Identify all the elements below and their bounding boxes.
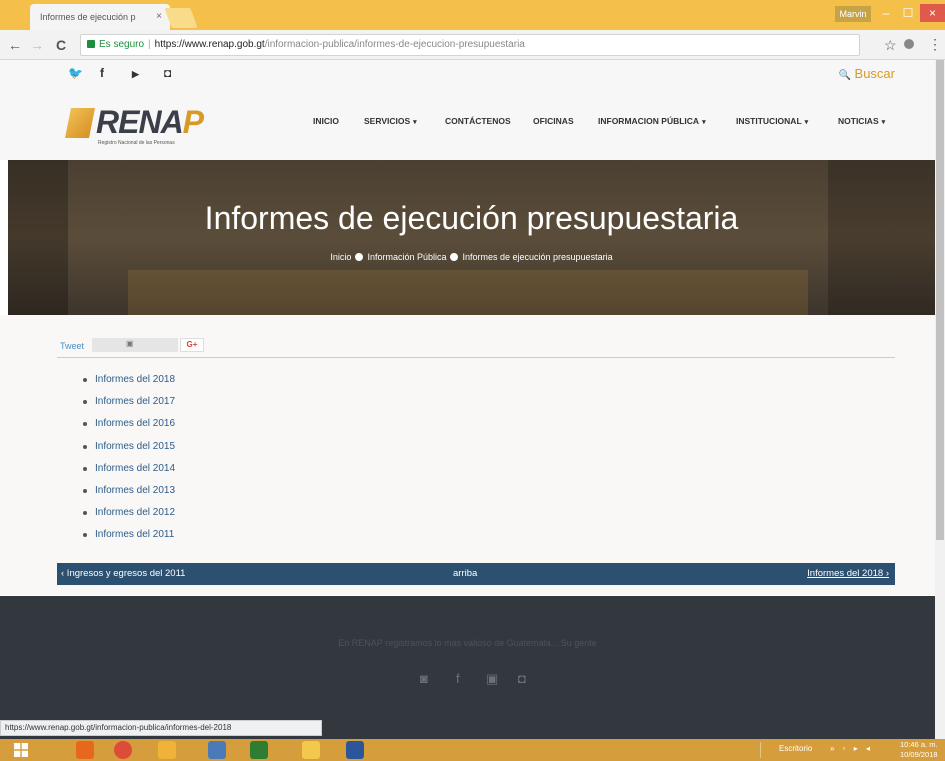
- up-link[interactable]: arriba: [453, 563, 477, 585]
- browser-toolbar: ← → C Es seguro | https://www.renap.gob.gt…: [0, 30, 945, 60]
- renap-logo[interactable]: RENAP: [96, 104, 204, 141]
- nav-servicios[interactable]: SERVICIOS ▾: [364, 116, 417, 126]
- chevron-right-icon: [450, 253, 459, 261]
- facebook-icon[interactable]: f: [100, 66, 104, 80]
- breadcrumb-informacion-publica[interactable]: Información Pública: [367, 252, 446, 262]
- tab-title: Informes de ejecución p: [40, 12, 136, 22]
- instagram-icon[interactable]: ◘: [518, 671, 526, 686]
- page-viewport: 🐦 f ▶ ◘ 🔍 Buscar RENAP Registro Nacional…: [0, 60, 945, 739]
- nav-inicio[interactable]: INICIO: [313, 116, 339, 126]
- search-label: Buscar: [854, 66, 895, 81]
- project-icon[interactable]: [250, 741, 268, 759]
- list-item[interactable]: Informes del 2012: [83, 506, 175, 528]
- share-widget[interactable]: ▣: [92, 338, 178, 352]
- book-navigation: ‹ Ingresos y egresos del 2011 arriba Inf…: [57, 563, 895, 585]
- breadcrumb-current: Informes de ejecución presupuestaria: [462, 252, 613, 262]
- url-path: /informacion-publica/informes-de-ejecuci…: [264, 39, 525, 50]
- browser-tab[interactable]: Informes de ejecución p ×: [30, 4, 170, 30]
- list-item[interactable]: Informes del 2014: [83, 462, 175, 484]
- chevron-down-icon: ▾: [881, 119, 886, 126]
- share-icon: ▣: [126, 339, 134, 348]
- scrollbar-thumb[interactable]: [936, 60, 944, 540]
- firefox-icon[interactable]: [76, 741, 94, 759]
- site-footer: En RENAP registramos lo más valioso de G…: [0, 596, 935, 739]
- address-bar[interactable]: Es seguro | https://www.renap.gob.gt/infor…: [80, 34, 860, 56]
- chevron-down-icon: ▾: [804, 119, 809, 126]
- logo-subtitle: Registro Nacional de las Personas: [98, 140, 175, 146]
- photos-icon[interactable]: [158, 741, 176, 759]
- search-link[interactable]: 🔍 Buscar: [838, 66, 895, 81]
- twitter-icon[interactable]: 🐦: [68, 66, 83, 80]
- back-arrow-icon[interactable]: ←: [8, 37, 22, 53]
- forward-arrow-icon[interactable]: →: [30, 37, 44, 53]
- maximize-button[interactable]: ☐: [898, 4, 918, 22]
- breadcrumb-inicio[interactable]: Inicio: [330, 252, 351, 262]
- list-item[interactable]: Informes del 2016: [83, 417, 175, 439]
- clock[interactable]: 10:46 a. m. 10/09/2018: [900, 740, 938, 760]
- google-plus-button[interactable]: G+: [180, 338, 204, 352]
- window-titlebar: Informes de ejecución p × Marvin – ☐ ×: [0, 0, 945, 30]
- list-item[interactable]: Informes del 2017: [83, 395, 175, 417]
- system-tray[interactable]: » ▫ ▸ ◂: [830, 744, 873, 753]
- nav-noticias[interactable]: NOTICIAS ▾: [838, 116, 885, 126]
- report-list: Informes del 2018 Informes del 2017 Info…: [83, 373, 175, 551]
- windows-start-icon[interactable]: [14, 743, 28, 757]
- nav-informacion-publica[interactable]: INFORMACION PÚBLICA ▾: [598, 116, 706, 126]
- explorer-icon[interactable]: [302, 741, 320, 759]
- youtube-icon[interactable]: ▣: [486, 671, 498, 687]
- nav-contactenos[interactable]: CONTÁCTENOS: [445, 116, 511, 126]
- tweet-button[interactable]: Tweet: [60, 341, 84, 351]
- twitter-icon[interactable]: ◙: [420, 671, 428, 686]
- word-icon[interactable]: [346, 741, 364, 759]
- logo-text-main: RENA: [96, 104, 184, 140]
- chevron-right-icon: [355, 253, 364, 261]
- instagram-icon[interactable]: ◘: [164, 66, 171, 80]
- status-url: https://www.renap.gob.gt/informacion-pub…: [0, 720, 322, 736]
- close-window-button[interactable]: ×: [920, 4, 945, 22]
- desktop-toolbar-label[interactable]: Escritorio: [779, 744, 812, 753]
- list-item[interactable]: Informes del 2013: [83, 484, 175, 506]
- facebook-icon[interactable]: f: [456, 671, 460, 686]
- main-content: Tweet ▣ G+ Informes del 2018 Informes de…: [0, 315, 935, 595]
- paint-icon[interactable]: [208, 741, 226, 759]
- site-header: RENAP Registro Nacional de las Personas …: [0, 90, 935, 160]
- nav-institucional[interactable]: INSTITUCIONAL ▾: [736, 116, 808, 126]
- clock-date: 10/09/2018: [900, 750, 938, 759]
- renap-logo-mark-icon[interactable]: [65, 108, 95, 138]
- nav-oficinas[interactable]: OFICINAS: [533, 116, 574, 126]
- page-scrollbar[interactable]: [935, 60, 945, 739]
- previous-page-link[interactable]: ‹ Ingresos y egresos del 2011: [61, 563, 185, 585]
- browser-menu-icon[interactable]: ⋮: [928, 36, 942, 53]
- tab-close-icon[interactable]: ×: [156, 11, 162, 22]
- divider: [57, 357, 895, 358]
- secure-label: Es seguro: [99, 39, 145, 50]
- youtube-icon[interactable]: ▶: [132, 69, 139, 80]
- taskbar: Escritorio » ▫ ▸ ◂ 10:46 a. m. 10/09/201…: [0, 739, 945, 761]
- search-icon: 🔍: [838, 70, 851, 81]
- extension-icon[interactable]: [904, 39, 914, 49]
- chevron-down-icon: ▾: [413, 119, 417, 126]
- bookmark-star-icon[interactable]: ☆: [884, 37, 897, 54]
- chrome-icon[interactable]: [114, 741, 132, 759]
- footer-motto: En RENAP registramos lo más valioso de G…: [338, 638, 597, 648]
- logo-text-accent: P: [182, 104, 204, 140]
- list-item[interactable]: Informes del 2018: [83, 373, 175, 395]
- page-title: Informes de ejecución presupuestaria: [204, 200, 739, 236]
- taskbar-divider: [760, 742, 761, 758]
- list-item[interactable]: Informes del 2011: [83, 528, 175, 550]
- social-topbar: 🐦 f ▶ ◘ 🔍 Buscar: [0, 60, 935, 90]
- lock-icon: [87, 40, 95, 48]
- clock-time: 10:46 a. m.: [900, 740, 938, 749]
- next-page-link[interactable]: Informes del 2018 ›: [807, 563, 889, 585]
- hero-banner: Informes de ejecución presupuestaria Ini…: [8, 160, 935, 315]
- list-item[interactable]: Informes del 2015: [83, 440, 175, 462]
- chevron-down-icon: ▾: [702, 119, 706, 126]
- profile-badge[interactable]: Marvin: [835, 6, 871, 22]
- reload-icon[interactable]: C: [56, 37, 66, 53]
- breadcrumb: Inicio Información Pública Informes de eje…: [8, 252, 935, 262]
- minimize-button[interactable]: –: [876, 4, 896, 22]
- url-host: https://www.renap.gob.gt: [154, 39, 265, 50]
